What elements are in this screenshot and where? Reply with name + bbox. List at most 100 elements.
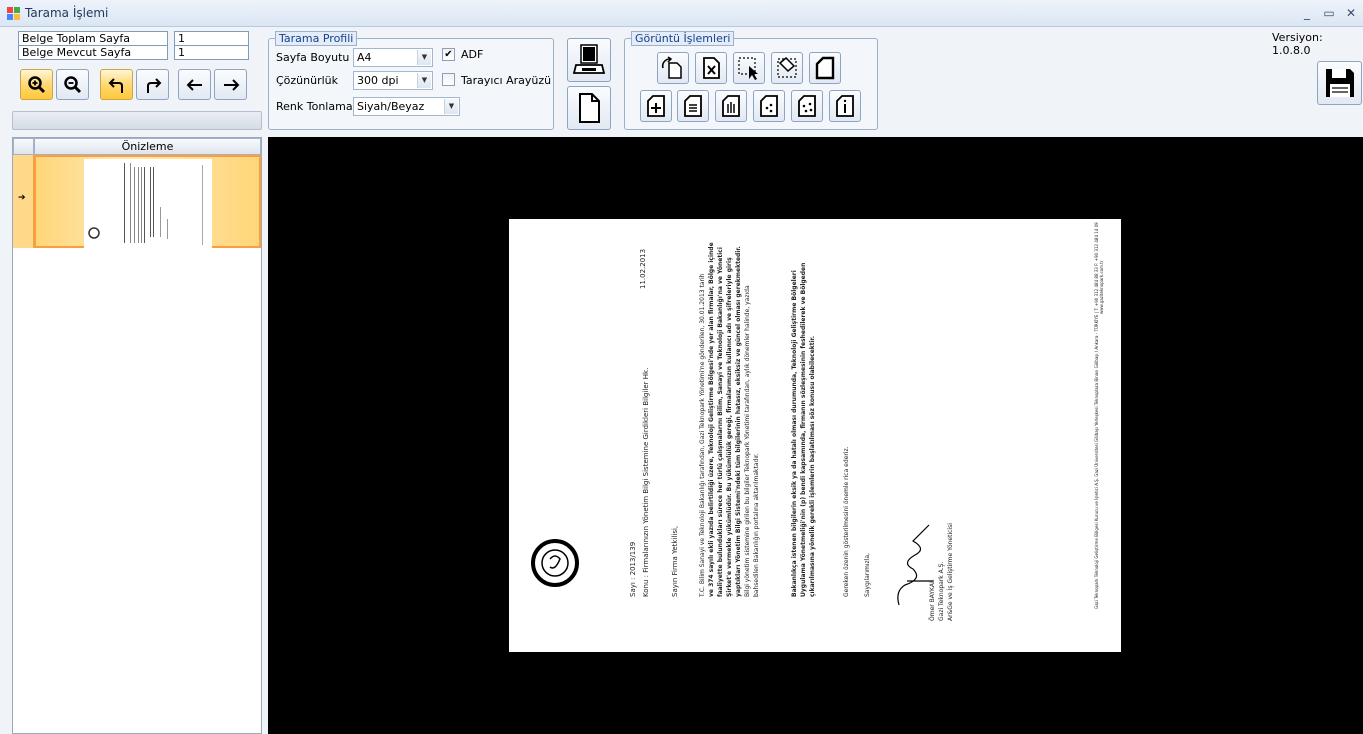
resolution-select[interactable]: 300 dpi ▼: [353, 71, 433, 90]
page-columns-button[interactable]: [715, 90, 747, 122]
doc-para1-line: faaliyette bulundukları sürece her türlü…: [717, 247, 724, 597]
grid-corner: [13, 138, 34, 155]
preview-grid[interactable]: Önizleme ➔: [12, 137, 262, 734]
preview-column-header: Önizleme: [34, 138, 261, 155]
page-speckle-icon: [798, 95, 816, 117]
page-info-icon: [836, 95, 854, 117]
page-info-button[interactable]: [829, 90, 861, 122]
row-marker-icon: ➔: [18, 193, 26, 203]
zoom-in-button[interactable]: [20, 69, 53, 100]
rotate-left-icon: [108, 77, 123, 93]
save-button[interactable]: [1317, 61, 1362, 105]
eraser-icon: [777, 56, 797, 78]
zoom-out-icon: [63, 75, 81, 93]
adf-checkbox[interactable]: ✔: [442, 48, 455, 61]
crop-page-button[interactable]: [809, 52, 841, 84]
scan-profile-legend: Tarama Profili: [275, 31, 358, 46]
page-size-value: A4: [357, 51, 372, 64]
arrow-right-icon: [223, 78, 239, 91]
zoom-in-icon: [27, 75, 45, 93]
arrow-left-icon: [186, 78, 202, 91]
scanner-ui-checkbox[interactable]: [442, 73, 455, 86]
scanned-page: 11.02.2013 Sayı : 2013/139 Konu : Firmal…: [509, 219, 1121, 652]
total-pages-value: 1: [174, 31, 249, 46]
doc-para1-line: ve 374 sayılı ekli yazıda belirtildiği ü…: [708, 242, 715, 597]
doc-subject: Konu : Firmalarınızın Yönetim Bilgi Sist…: [642, 367, 650, 597]
next-page-button[interactable]: [214, 69, 247, 100]
doc-footer-url: www.gaziteknopark.com.tr: [1099, 260, 1104, 315]
doc-para1-line: Bilgi yönetim sistemine girilen bu bilgi…: [744, 285, 751, 597]
maximize-button[interactable]: ▭: [1318, 5, 1340, 21]
floppy-disk-icon: [1325, 69, 1354, 97]
page-lines-icon: [684, 95, 702, 117]
add-page-icon: [647, 95, 665, 117]
thumbnail-document-icon: [88, 163, 203, 245]
select-area-button[interactable]: [733, 52, 765, 84]
rotate-page-icon: [661, 56, 682, 79]
doc-sign-company: Gazi Teknopark A.Ş.: [938, 561, 945, 621]
image-ops-legend: Görüntü İşlemleri: [631, 31, 735, 46]
doc-para2-line: çıkarılmasına yönelik gerekli işlemlerin…: [809, 335, 816, 597]
current-page-label: Belge Mevcut Sayfa: [18, 45, 168, 60]
previous-page-button[interactable]: [178, 69, 211, 100]
erase-area-button[interactable]: [771, 52, 803, 84]
total-pages-label: Belge Toplam Sayfa: [18, 31, 168, 46]
page-size-select[interactable]: A4 ▼: [353, 48, 433, 67]
rotate-page-button[interactable]: [657, 52, 689, 84]
scanner-icon: [572, 44, 606, 74]
color-label: Renk Tonlama: [276, 100, 353, 113]
rotate-right-button[interactable]: [136, 69, 169, 100]
doc-date: 11.02.2013: [639, 248, 647, 289]
resolution-value: 300 dpi: [357, 74, 399, 87]
signature-icon: [897, 524, 933, 606]
page-despeckle-button[interactable]: [791, 90, 823, 122]
close-button[interactable]: ✕: [1340, 5, 1362, 21]
doc-para2-line: Bakanlıkça istenen bilgilerin eksik ya d…: [791, 270, 798, 597]
chevron-down-icon: ▼: [417, 50, 431, 65]
doc-closing: Gereken özenin gösterilmesini önemle ric…: [843, 446, 850, 597]
doc-greeting: Sayın Firma Yetkilisi,: [671, 525, 679, 597]
doc-number: Sayı : 2013/139: [629, 541, 637, 597]
doc-para1-line: T.C. Bilim Sanayi ve Teknoloji Bakanlığı…: [699, 273, 706, 597]
window-title: Tarama İşlemi: [25, 6, 109, 20]
page-thumbnail[interactable]: [84, 159, 212, 248]
doc-para2-line: Uygulama Yönetmeliği'nin (p) bendi kapsa…: [800, 262, 807, 597]
selection-cursor-icon: [738, 57, 758, 80]
doc-para1-line: Şirket'e vermekle yükümlüdür. Bu yükümlü…: [726, 257, 733, 597]
minimize-button[interactable]: _: [1296, 5, 1318, 21]
page-columns-icon: [722, 95, 740, 117]
version-label: Versiyon: 1.0.8.0: [1272, 31, 1323, 57]
current-page-value: 1: [174, 45, 249, 60]
document-viewer[interactable]: 11.02.2013 Sayı : 2013/139 Konu : Firmal…: [268, 137, 1363, 734]
page-noise-button[interactable]: [753, 90, 785, 122]
resolution-label: Çözünürlük: [276, 74, 339, 87]
adf-label: ADF: [461, 48, 484, 61]
doc-sign-title: Ar&Ge ve İş Geliştirme Yöneticisi: [947, 523, 954, 621]
page-corner-icon: [815, 56, 835, 80]
title-bar: Tarama İşlemi _ ▭ ✕: [0, 0, 1363, 27]
new-page-icon: [579, 93, 600, 123]
row-header[interactable]: ➔: [13, 155, 34, 248]
add-page-button[interactable]: [640, 90, 672, 122]
app-icon: [7, 7, 20, 20]
scanner-ui-label: Tarayıcı Arayüzü: [461, 74, 552, 87]
doc-regards: Saygılarımızla,: [864, 553, 871, 597]
delete-page-icon: [703, 57, 720, 79]
color-select[interactable]: Siyah/Beyaz ▼: [353, 97, 460, 116]
doc-para1-line: bahsedilen Bakanlığın portalına aktarılm…: [753, 453, 760, 597]
preview-row[interactable]: [34, 155, 261, 248]
scan-button[interactable]: [567, 38, 611, 82]
doc-para1-line: yaptıkları Yönetim Bilgi Sistemi'ndeki t…: [735, 246, 742, 597]
new-document-button[interactable]: [567, 86, 611, 130]
page-dots-icon: [760, 95, 778, 117]
teknopark-seal-icon: [531, 539, 579, 587]
chevron-down-icon: ▼: [444, 99, 458, 114]
rotate-left-button[interactable]: [100, 69, 133, 100]
progress-bar: [12, 111, 262, 130]
chevron-down-icon: ▼: [417, 73, 431, 88]
delete-page-button[interactable]: [695, 52, 727, 84]
zoom-out-button[interactable]: [56, 69, 89, 100]
color-value: Siyah/Beyaz: [357, 100, 425, 113]
page-size-label: Sayfa Boyutu: [276, 51, 350, 64]
page-text-button[interactable]: [677, 90, 709, 122]
